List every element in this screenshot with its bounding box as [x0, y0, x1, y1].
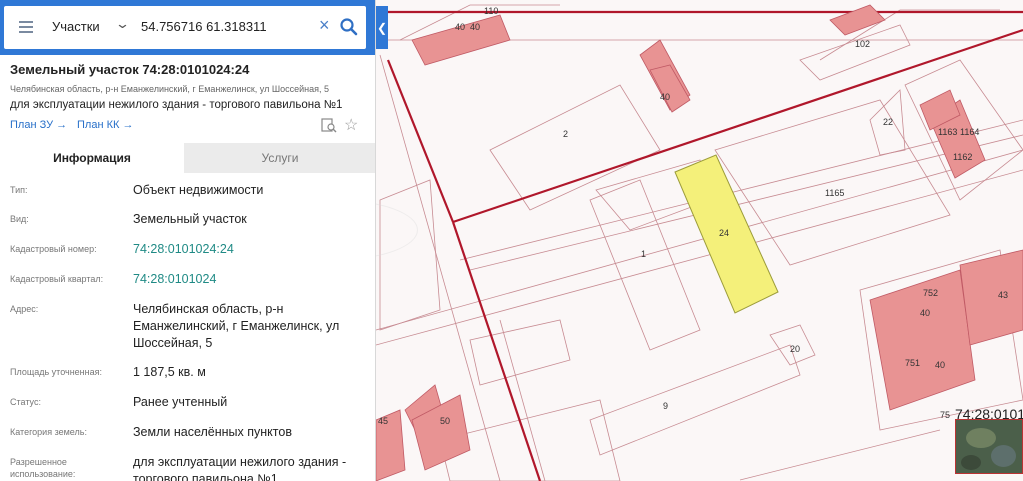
label-40d: 40 — [920, 308, 930, 318]
row-value: Ранее учтенный — [133, 395, 228, 409]
row-label: Разрешенное использование: — [10, 457, 76, 479]
star-icon[interactable]: ☆ — [344, 115, 358, 135]
label-1163: 1163 — [938, 127, 957, 137]
cadastral-quarter-link[interactable]: 74:28:0101024 — [133, 271, 368, 288]
label-110: 110 — [484, 6, 498, 16]
row-label: Кадастровый квартал: — [10, 274, 104, 284]
row-label: Статус: — [10, 397, 41, 407]
tabs: Информация Услуги — [0, 143, 375, 173]
label-1164: 1164 — [960, 127, 979, 137]
info-panel: Участки ⌄ 54.756716 61.318311 × Земельны… — [0, 0, 376, 481]
tab-info[interactable]: Информация — [0, 143, 184, 173]
label-40b: 40 — [470, 22, 480, 32]
label-75: 75 — [940, 410, 950, 420]
plan-zu-link[interactable]: План ЗУ → — [10, 119, 67, 131]
label-43: 43 — [998, 290, 1008, 300]
label-45: 45 — [378, 416, 388, 426]
chevron-down-icon[interactable]: ⌄ — [115, 16, 130, 32]
satellite-minimap[interactable] — [955, 419, 1023, 474]
row-label: Кадастровый номер: — [10, 244, 97, 254]
row-label: Площадь уточненная: — [10, 367, 102, 377]
collapse-panel-button[interactable]: ❮ — [376, 6, 388, 49]
cadastral-number-link[interactable]: 74:28:0101024:24 — [133, 241, 368, 258]
plan-kk-label: План КК — [77, 119, 120, 131]
search-icon[interactable] — [339, 17, 359, 37]
tab-services[interactable]: Услуги — [184, 143, 375, 173]
row-label: Категория земель: — [10, 427, 87, 437]
parcel-address: Челябинская область, р-н Еманжелинский, … — [10, 84, 329, 94]
label-22: 22 — [883, 117, 893, 127]
plan-kk-link[interactable]: План КК → — [77, 119, 133, 131]
label-1: 1 — [641, 249, 646, 259]
row-value: Челябинская область, р-н Еманжелинский, … — [133, 302, 340, 350]
row-label: Вид: — [10, 214, 29, 224]
search-bar: Участки ⌄ 54.756716 61.318311 × — [0, 0, 375, 55]
parcel-purpose: для эксплуатации нежилого здания - торго… — [10, 99, 343, 111]
minimap-spot — [966, 428, 996, 448]
page-title: Земельный участок 74:28:0101024:24 — [10, 62, 250, 77]
minimap-spot — [961, 455, 981, 470]
search-input[interactable]: 54.756716 61.318311 — [141, 19, 267, 34]
document-search-icon[interactable] — [321, 117, 337, 133]
row-label: Адрес: — [10, 304, 39, 314]
label-9: 9 — [663, 401, 668, 411]
label-50: 50 — [440, 416, 450, 426]
label-24: 24 — [719, 228, 729, 238]
row-value: Объект недвижимости — [133, 183, 264, 197]
row-value: Земли населённых пунктов — [133, 425, 292, 439]
search-box: Участки ⌄ 54.756716 61.318311 × — [4, 6, 366, 49]
label-40e: 40 — [935, 360, 945, 370]
label-20: 20 — [790, 344, 800, 354]
row-value: 1 187,5 кв. м — [133, 365, 206, 379]
label-752: 752 — [923, 288, 938, 298]
label-40a: 40 — [455, 22, 465, 32]
label-2: 2 — [563, 129, 568, 139]
label-40c: 40 — [660, 92, 670, 102]
close-icon[interactable]: × — [319, 15, 330, 36]
label-751: 751 — [905, 358, 920, 368]
row-value: для эксплуатации нежилого здания - торго… — [133, 455, 347, 481]
arrow-right-icon: → — [122, 119, 134, 131]
chevron-left-icon: ❮ — [376, 20, 388, 35]
menu-icon[interactable] — [19, 21, 33, 33]
minimap-spot — [991, 445, 1016, 467]
row-value: Земельный участок — [133, 212, 247, 226]
layer-select[interactable]: Участки — [52, 19, 100, 34]
row-label: Тип: — [10, 185, 28, 195]
buildings — [375, 4, 1023, 481]
label-102: 102 — [855, 39, 870, 49]
parcel-outlines — [375, 4, 1023, 481]
arrow-right-icon: → — [56, 119, 68, 131]
plan-zu-label: План ЗУ — [10, 119, 54, 131]
label-1165: 1165 — [825, 188, 844, 198]
label-1162: 1162 — [953, 152, 972, 162]
quarter-border — [376, 10, 1023, 481]
